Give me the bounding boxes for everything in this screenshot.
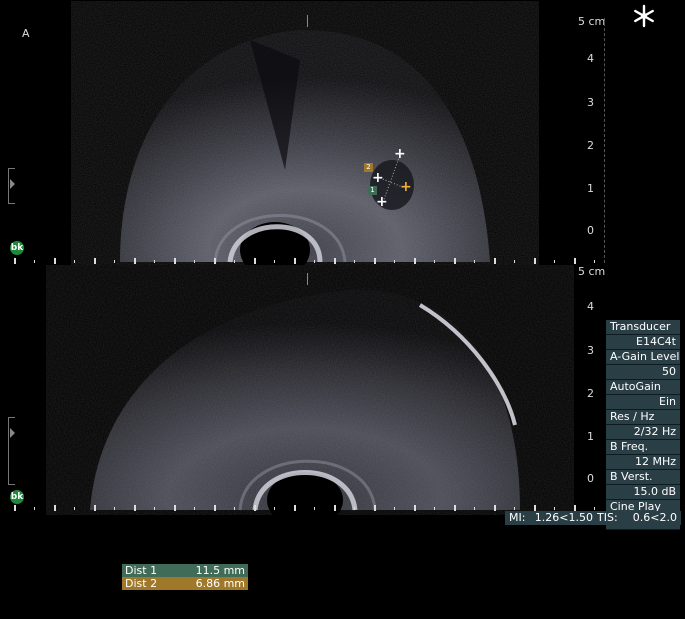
tis-label: TIS: [597,511,618,524]
scale-unit-label: 5 cm [578,15,606,28]
param-value: E14C4t [606,335,680,350]
horizontal-ruler [14,258,595,264]
caliper-cross-icon[interactable]: + [400,179,412,195]
measurement-label: Dist 2 [125,577,158,590]
mi-value: 1.26<1.50 [534,511,593,524]
image-label-a: A [22,27,30,40]
bk-logo: bk [10,490,24,504]
scale-number: 1 [587,182,594,195]
caliper-cross-icon[interactable]: + [372,170,384,186]
bottom-depth-marker [307,273,308,285]
scale-number: 2 [587,387,594,400]
top-depth-marker [307,15,308,27]
scale-number: 0 [587,472,594,485]
caliper-cross-icon[interactable]: + [394,146,406,162]
scale-number: 2 [587,139,594,152]
param-value: 50 [606,365,680,380]
scale-number: 3 [587,344,594,357]
tis-value: 0.6<2.0 [632,511,677,524]
bk-logo: bk [10,241,24,255]
scale-number: 0 [587,224,594,237]
param-label: B Verst. [606,470,680,485]
parameter-panel: Transducer E14C4t A-Gain Level 50 AutoGa… [606,320,680,530]
param-value: 2/32 Hz [606,425,680,440]
param-value: 12 MHz [606,455,680,470]
scale-number: 4 [587,52,594,65]
arrow-right-icon [10,428,15,438]
mi-label: MI: [509,511,526,524]
measurement-label: Dist 1 [125,564,158,577]
caliper-tag-1: 1 [368,186,377,195]
bottom-image-pane: bk 5 cm 4 3 2 1 0 [0,265,685,515]
param-value: 15.0 dB [606,485,680,500]
param-value: Ein [606,395,680,410]
scale-unit-label: 5 cm [578,265,606,278]
scale-number: 4 [587,300,594,313]
param-label: Res / Hz [606,410,680,425]
param-label: AutoGain [606,380,680,395]
caliper-cross-icon[interactable]: + [376,194,388,210]
measurement-dist-2: Dist 2 6.86 mm [122,577,248,590]
tis-readout: TIS: 0.6<2.0 [593,511,681,525]
arrow-right-icon [10,179,15,189]
measurement-value: 11.5 mm [195,564,245,577]
top-image-pane: A + + + + 2 1 bk 5 cm 4 3 2 1 0 [0,0,685,265]
measurement-value: 6.86 mm [195,577,245,590]
param-label: B Freq. [606,440,680,455]
mi-readout: MI: 1.26<1.50 [505,511,597,525]
measurement-dist-1: Dist 1 11.5 mm [122,564,248,577]
scale-number: 3 [587,96,594,109]
param-label: Transducer [606,320,680,335]
scale-number: 1 [587,430,594,443]
snowflake-icon[interactable] [632,4,656,28]
depth-scale-line [604,18,606,263]
param-label: A-Gain Level [606,350,680,365]
caliper-tag-2: 2 [364,163,373,172]
